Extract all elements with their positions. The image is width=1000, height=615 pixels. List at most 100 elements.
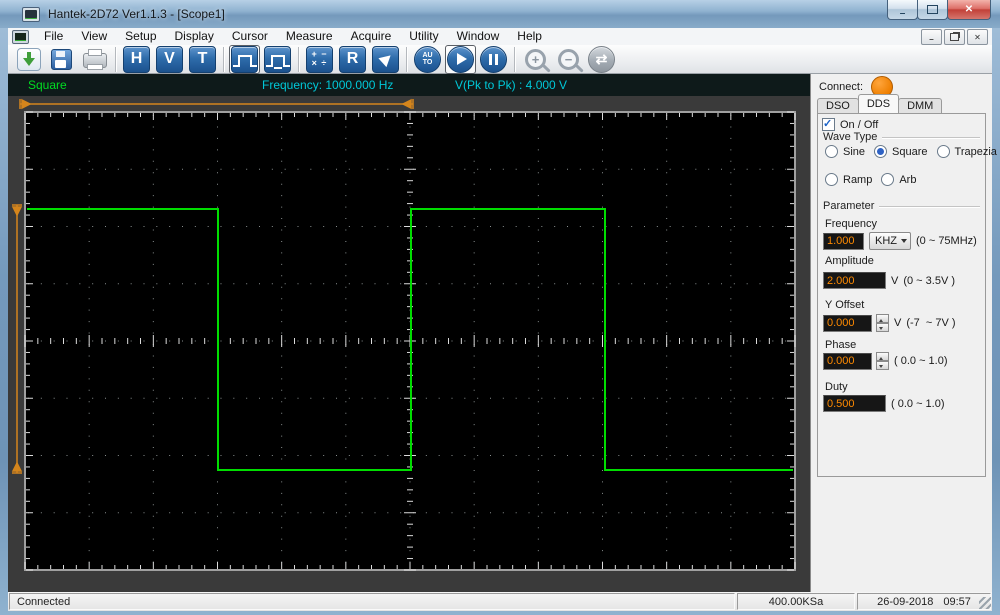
mdi-minimize-button[interactable]: – [921,29,942,45]
amplitude-range: (0 ~ 3.5V ) [903,275,955,287]
amplitude-unit: V [891,275,898,287]
parameter-group: Parameter [823,200,980,212]
parameter-group-title: Parameter [823,200,874,212]
menu-item-view[interactable]: View [72,28,116,45]
minimize-button[interactable]: – [887,0,918,20]
frequency-unit-select[interactable]: KHZ [869,232,911,250]
spin-up-icon[interactable] [876,314,889,323]
menu-item-utility[interactable]: Utility [400,28,447,45]
menu-item-file[interactable]: File [35,28,72,45]
math-icon: + −× ÷ [306,46,333,73]
menu-item-acquire[interactable]: Acquire [342,28,401,45]
pulse-wave-button[interactable] [229,45,260,74]
save-icon [51,49,72,70]
math-button[interactable]: + −× ÷ [304,45,335,74]
print-button[interactable] [79,45,110,74]
duty-range: ( 0.0 ~ 1.0) [891,398,945,410]
amplitude-input[interactable] [823,272,886,289]
toolbar-separator [298,47,299,72]
phase-input[interactable] [823,353,872,370]
refresh-button[interactable]: ⇄ [586,45,617,74]
tab-dds[interactable]: DDS [858,94,899,113]
pulse-wave-icon [231,46,258,73]
reference-button[interactable]: R [337,45,368,74]
duty-label: Duty [825,381,848,393]
menu-bar: FileViewSetupDisplayCursorMeasureAcquire… [8,28,992,46]
menu-item-setup[interactable]: Setup [116,28,165,45]
radio-ramp[interactable]: Ramp [825,173,872,186]
zoom-in-button[interactable]: + [520,45,551,74]
radio-label: Ramp [843,174,872,186]
run-icon [447,46,474,73]
menu-item-window[interactable]: Window [448,28,509,45]
maximize-button[interactable] [917,0,948,20]
trigger-menu-button[interactable]: T [187,45,218,74]
spin-down-icon[interactable] [876,361,889,370]
application-window: Hantek-2D72 Ver1.1.3 - [Scope1] –✕ FileV… [0,0,1000,615]
run-button[interactable] [445,45,476,74]
menu-items: FileViewSetupDisplayCursorMeasureAcquire… [35,28,551,45]
mode-tabs: DSO DDS DMM [817,95,941,113]
datetime-panel: 26-09-2018 09:57 [857,593,991,610]
sample-rate-text: 400.00KSa [769,596,823,608]
vertical-menu-button[interactable]: V [154,45,185,74]
zoom-out-button[interactable]: − [553,45,584,74]
pulse-measure-icon [264,46,291,73]
cursor-measure-button[interactable] [370,45,401,74]
duty-input[interactable] [823,395,886,412]
onoff-label: On / Off [840,119,878,131]
sample-rate-panel: 400.00KSa [737,593,855,610]
tab-dso[interactable]: DSO [817,98,859,113]
group-divider [879,206,980,207]
radio-icon [937,145,950,158]
onoff-checkbox[interactable]: On / Off [822,118,878,131]
frequency-unit-value: KHZ [875,235,897,247]
radio-arb[interactable]: Arb [881,173,916,186]
oscilloscope-display[interactable] [8,96,810,592]
resize-grip[interactable] [979,597,991,609]
spin-down-icon[interactable] [876,323,889,332]
menu-item-help[interactable]: Help [508,28,551,45]
tab-dmm[interactable]: DMM [898,98,942,113]
connection-status: Connected [9,593,735,610]
save-button[interactable] [46,45,77,74]
autoset-button[interactable]: AUTO [412,45,443,74]
scope-screen [8,96,810,592]
app-icon [22,7,40,22]
open-button[interactable] [13,45,44,74]
y-offset-unit: V [894,317,901,329]
window-title: Hantek-2D72 Ver1.1.3 - [Scope1] [48,7,225,21]
spin-up-icon[interactable] [876,352,889,361]
status-bar: Connected 400.00KSa 26-09-2018 09:57 [8,592,992,611]
close-icon: ✕ [974,33,981,42]
close-button[interactable]: ✕ [947,0,991,20]
vertical-menu-icon: V [156,46,183,73]
mdi-close-button[interactable]: ✕ [967,29,988,45]
radio-square[interactable]: Square [874,145,927,158]
menu-item-cursor[interactable]: Cursor [223,28,277,45]
menu-item-measure[interactable]: Measure [277,28,342,45]
wave-info-bar: Square Frequency: 1000.000 Hz V(Pk to Pk… [8,74,810,96]
horizontal-menu-button[interactable]: H [121,45,152,74]
menu-item-display[interactable]: Display [166,28,223,45]
connect-label: Connect: [819,81,863,93]
radio-label: Arb [899,174,916,186]
toolbar: HVT + −× ÷R AUTO +−⇄ [8,45,992,74]
radio-trapezia[interactable]: Trapezia [937,145,997,158]
frequency-input[interactable] [823,233,864,250]
mdi-restore-button[interactable] [944,29,965,45]
zoom-out-icon: − [558,49,579,70]
toolbar-separator [115,47,116,72]
radio-sine[interactable]: Sine [825,145,865,158]
y-offset-row: V (-7 ~ 7V ) [823,314,956,332]
phase-stepper[interactable] [876,352,889,370]
minimize-icon: – [900,8,906,19]
pause-button[interactable] [478,45,509,74]
amplitude-label: Amplitude [825,255,874,267]
y-offset-stepper[interactable] [876,314,889,332]
scope-document-icon[interactable] [12,30,29,44]
radio-icon [825,145,838,158]
window-controls: –✕ [888,0,991,20]
y-offset-input[interactable] [823,315,872,332]
pulse-measure-button[interactable] [262,45,293,74]
